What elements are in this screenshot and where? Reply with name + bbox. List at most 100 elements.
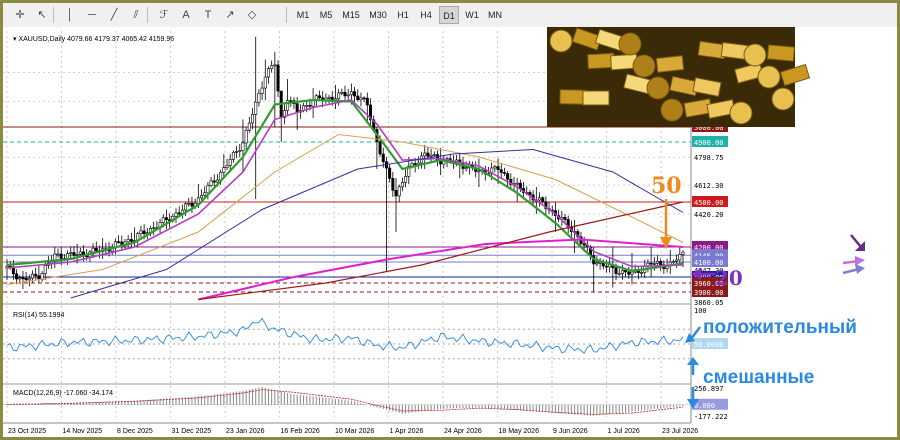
- candle-body: [655, 261, 659, 264]
- candle-body: [464, 167, 468, 170]
- candle-body: [69, 252, 73, 254]
- candle-body: [604, 265, 608, 268]
- candle-body: [244, 129, 248, 144]
- candle-body: [37, 275, 41, 280]
- candle-body: [317, 95, 321, 99]
- macd-axis-label-text: 0.000: [694, 402, 715, 410]
- candle-body: [254, 101, 258, 115]
- terminal-window: ✛↖│─╱⫽ℱAT↗◇M1M5M15M30H1H4D1W1MN 5602.005…: [3, 3, 897, 437]
- candle-body: [231, 151, 235, 160]
- candle-body: [432, 154, 436, 156]
- rsi-axis-label: 50.0000: [692, 338, 728, 349]
- time-axis-label: 8 Dec 2025: [117, 428, 153, 435]
- candle-body: [493, 166, 497, 169]
- candle-body: [222, 167, 226, 173]
- candle-body: [273, 64, 277, 67]
- price-axis-label-text: 4900.00: [694, 139, 724, 147]
- annotation-label-20: 20: [715, 266, 743, 290]
- time-axis-label: 10 Mar 2026: [335, 428, 374, 435]
- candle-body: [139, 230, 143, 234]
- candle-body: [652, 263, 656, 265]
- candle-body: [241, 142, 245, 151]
- candle-body: [681, 251, 685, 255]
- candle-body: [359, 97, 363, 101]
- candle-body: [515, 182, 519, 185]
- price-axis-label: 3860.05: [694, 299, 724, 307]
- candle-body: [649, 262, 653, 265]
- candle-body: [190, 202, 194, 207]
- time-axis-label: 14 Nov 2025: [63, 428, 103, 435]
- candle-body: [563, 217, 567, 220]
- candle-body: [270, 65, 274, 70]
- candle-body: [659, 261, 663, 266]
- price-axis-label: 4612.30: [694, 182, 724, 190]
- candle-body: [353, 91, 357, 97]
- candle-body: [391, 178, 395, 191]
- candle-body: [225, 165, 229, 168]
- candle-body: [15, 273, 19, 280]
- candle-body: [209, 180, 213, 186]
- candle-body: [617, 273, 621, 275]
- candle-body: [238, 150, 242, 152]
- gold-image: [547, 27, 811, 127]
- candle-body: [502, 172, 506, 174]
- candle-body: [164, 217, 168, 220]
- time-axis-label: 1 Apr 2026: [390, 428, 424, 435]
- candle-body: [206, 185, 210, 194]
- candle-body: [72, 252, 76, 256]
- candle-body: [161, 217, 165, 223]
- candle-body: [541, 197, 545, 203]
- candle-body: [378, 141, 382, 155]
- candle-body: [75, 254, 79, 256]
- price-axis-label: 4500.00: [692, 196, 728, 207]
- gold-coin: [632, 54, 656, 78]
- candle-body: [196, 197, 200, 204]
- candle-body: [228, 159, 232, 166]
- candle-body: [78, 251, 82, 255]
- rsi-axis-label-text: 50.0000: [694, 341, 724, 349]
- macd-axis-label: -177.222: [694, 413, 728, 421]
- time-axis-label: 31 Dec 2025: [172, 428, 212, 435]
- candle-body: [595, 262, 599, 265]
- candle-body: [620, 269, 624, 274]
- time-axis-label: 23 Oct 2025: [8, 428, 46, 435]
- time-axis-label: 23 Jul 2026: [662, 428, 698, 435]
- candle-body: [305, 105, 309, 107]
- candle-body: [203, 192, 207, 196]
- candle-body: [91, 247, 95, 253]
- candle-body: [126, 239, 130, 243]
- rsi-label: RSI(14) 55.1994: [13, 312, 64, 319]
- price-axis-label-text: 3900.00: [694, 289, 724, 297]
- candle-body: [538, 197, 542, 201]
- candle-body: [142, 230, 146, 234]
- candle-body: [129, 239, 133, 242]
- candle-body: [404, 176, 408, 183]
- price-axis-label: 4900.00: [692, 136, 728, 147]
- candle-body: [34, 273, 38, 277]
- candle-body: [94, 247, 98, 251]
- candle-body: [66, 253, 70, 259]
- outer-frame: ✛↖│─╱⫽ℱAT↗◇M1M5M15M30H1H4D1W1MN 5602.005…: [0, 0, 900, 440]
- candle-body: [675, 259, 679, 262]
- price-chart: 5602.005590.355363.755171.655000.004900.…: [3, 27, 897, 437]
- annotation-text-mixed: смешанные: [703, 367, 814, 388]
- candle-body: [426, 152, 430, 157]
- candle-body: [678, 254, 682, 261]
- candle-body: [630, 271, 634, 275]
- price-axis-label-text: 4798.75: [694, 154, 724, 162]
- candle-body: [477, 170, 481, 173]
- candle-body: [200, 195, 204, 199]
- candle-body: [31, 273, 35, 279]
- candle-body: [59, 253, 63, 259]
- candle-body: [397, 186, 401, 197]
- rsi-axis-label: 100: [694, 307, 707, 315]
- candle-body: [247, 122, 251, 131]
- candle-body: [184, 203, 188, 211]
- candle-body: [671, 260, 675, 263]
- gold-coin: [729, 101, 753, 125]
- candle-body: [266, 68, 270, 78]
- candle-body: [24, 278, 28, 281]
- candle-body: [340, 91, 344, 94]
- candle-body: [177, 212, 181, 215]
- time-axis-label: 1 Jul 2026: [608, 428, 640, 435]
